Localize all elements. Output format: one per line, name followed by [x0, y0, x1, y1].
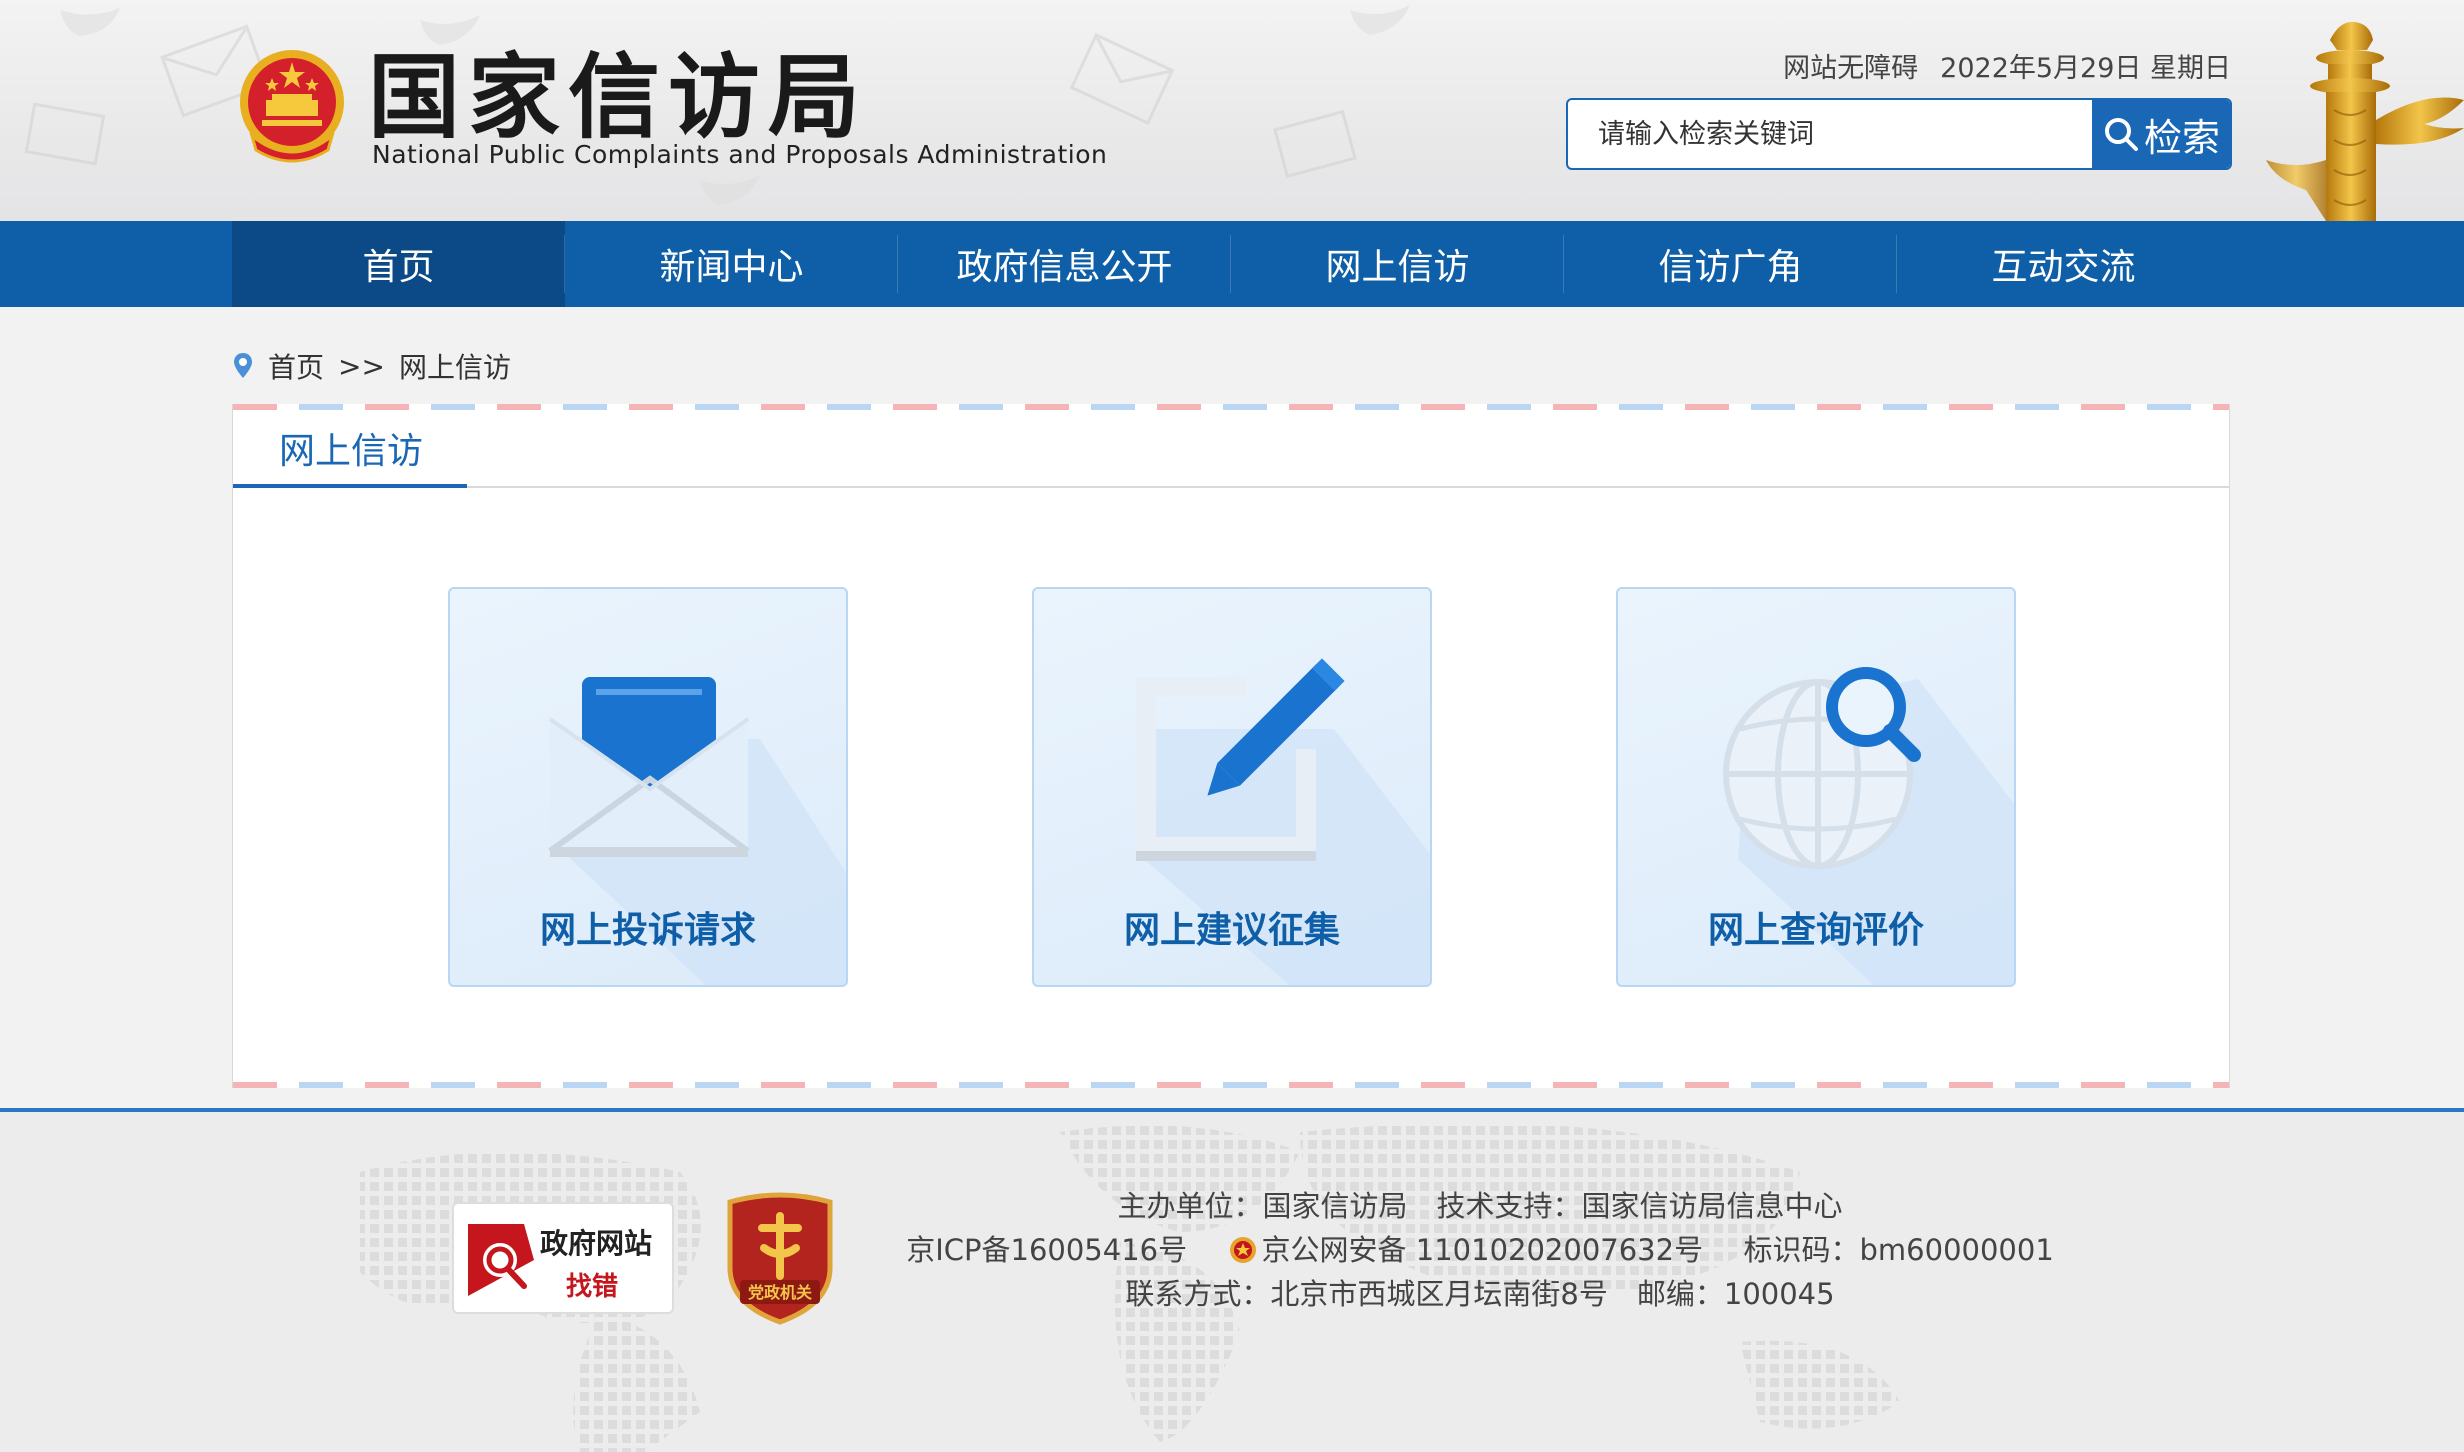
card-online-suggestion[interactable]: 网上建议征集: [1032, 587, 1432, 987]
icp-link[interactable]: 京ICP备16005416号: [906, 1233, 1187, 1267]
breadcrumb-separator: >>: [338, 349, 385, 383]
huabiao-pillar-icon: [2266, 21, 2464, 221]
search-button[interactable]: 检索: [2092, 100, 2230, 168]
airmail-border-bottom: [233, 1082, 2229, 1088]
badge-gov-title: 政府网站: [540, 1227, 653, 1260]
card-online-query[interactable]: 网上查询评价: [1616, 587, 2016, 987]
search-input[interactable]: [1568, 100, 2092, 168]
footer-info: 主办单位：国家信访局 技术支持：国家信访局信息中心 京ICP备16005416号…: [880, 1184, 2080, 1316]
search-button-label: 检索: [2143, 115, 2220, 160]
main-nav: 首页 新闻中心 政府信息公开 网上信访 信访广角 互动交流: [0, 221, 2464, 307]
footer-organizer: 主办单位：国家信访局 技术支持：国家信访局信息中心: [1117, 1189, 1843, 1223]
party-gov-organ-badge[interactable]: 党政机关: [722, 1188, 838, 1326]
accessibility-link[interactable]: 网站无障碍: [1783, 46, 1918, 85]
search-icon: [2104, 118, 2138, 151]
magnifier-logo-icon: [468, 1224, 534, 1296]
search-box: 检索: [1566, 98, 2232, 170]
nav-item-gov-info[interactable]: 政府信息公开: [898, 221, 1231, 307]
panel-tab-title: 网上信访: [279, 431, 424, 472]
nav-item-interaction[interactable]: 互动交流: [1897, 221, 2230, 307]
nav-item-home[interactable]: 首页: [232, 221, 565, 307]
national-emblem-logo: [240, 50, 344, 163]
footer-registration-row: 京ICP备16005416号 京公网安备 11010202007632号 标识码…: [880, 1228, 2080, 1272]
nav-item-news[interactable]: 新闻中心: [565, 221, 898, 307]
breadcrumb-home[interactable]: 首页: [268, 346, 324, 386]
content-panel: 网上信访 网上投诉请求 网上建议征集 网上查询评价: [232, 404, 2230, 1088]
footer-contact: 联系方式：北京市西城区月坛南街8号 邮编：100045: [1125, 1277, 1835, 1311]
location-pin-icon: [234, 353, 252, 378]
card-label: 网上建议征集: [1123, 910, 1340, 951]
tab-active-underline: [233, 484, 467, 488]
card-online-complaint[interactable]: 网上投诉请求: [448, 587, 848, 987]
service-cards: 网上投诉请求 网上建议征集 网上查询评价: [448, 587, 2016, 987]
breadcrumb: 首页 >> 网上信访: [232, 346, 511, 386]
nav-item-online-petition[interactable]: 网上信访: [1231, 221, 1564, 307]
breadcrumb-current: 网上信访: [398, 351, 511, 384]
tab-divider: [233, 486, 2229, 488]
top-links: 网站无障碍 2022年5月29日 星期日: [1783, 46, 2231, 85]
current-date: 2022年5月29日 星期日: [1940, 53, 2231, 84]
site-footer: 政府网站 找错 党政机关 主办单位：国家信访局 技术支持：国家信访局信息中心 京…: [0, 1108, 2464, 1452]
badge-gov-subtitle: 找错: [566, 1272, 619, 1302]
gov-website-error-report-badge[interactable]: 政府网站 找错: [452, 1202, 674, 1314]
police-record-link[interactable]: 京公网安备 11010202007632号: [1262, 1233, 1704, 1267]
card-label: 网上查询评价: [1707, 910, 1924, 951]
identifier-code: 标识码：bm60000001: [1743, 1233, 2054, 1267]
police-badge-icon: [1229, 1237, 1256, 1263]
badge-party-label: 党政机关: [748, 1283, 812, 1302]
airmail-border-top: [233, 404, 2229, 410]
site-header: 国家信访局 National Public Complaints and Pro…: [0, 0, 2464, 221]
site-title: 国家信访局: [368, 43, 869, 151]
card-label: 网上投诉请求: [539, 910, 756, 951]
site-title-english: National Public Complaints and Proposals…: [372, 140, 1108, 169]
nav-item-petition-panorama[interactable]: 信访广角: [1564, 221, 1897, 307]
